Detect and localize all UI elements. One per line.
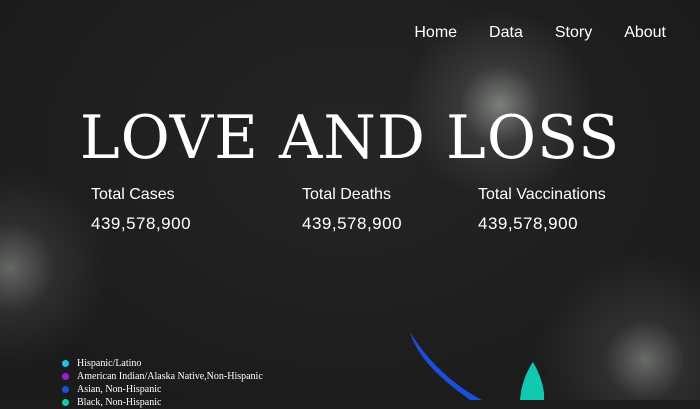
flower-visualization	[410, 332, 545, 400]
petal-blue[interactable]	[410, 332, 482, 400]
stat-value: 439,578,900	[91, 214, 192, 233]
legend: Hispanic/Latino American Indian/Alaska N…	[62, 357, 263, 409]
legend-dot-icon	[62, 373, 69, 380]
stat-label: Total Cases	[91, 186, 175, 203]
stat-total-deaths: Total Deaths 439,578,900	[302, 186, 402, 234]
stat-total-vaccinations: Total Vaccinations 439,578,900	[478, 186, 606, 234]
legend-label: American Indian/Alaska Native,Non-Hispan…	[77, 371, 263, 382]
legend-item[interactable]: Asian, Non-Hispanic	[62, 383, 263, 396]
legend-label: Asian, Non-Hispanic	[77, 384, 162, 395]
legend-item[interactable]: American Indian/Alaska Native,Non-Hispan…	[62, 370, 263, 383]
legend-label: Black, Non-Hispanic	[77, 397, 162, 408]
legend-label: Hispanic/Latino	[77, 358, 142, 369]
legend-dot-icon	[62, 360, 69, 367]
stat-label: Total Deaths	[302, 186, 391, 203]
legend-item[interactable]: Black, Non-Hispanic	[62, 396, 263, 409]
stat-total-cases: Total Cases 439,578,900	[91, 186, 191, 234]
nav-home-link[interactable]: Home	[414, 24, 457, 42]
stat-value: 439,578,900	[478, 214, 579, 233]
petal-teal[interactable]	[520, 362, 545, 400]
page-title: LOVE AND LOSS	[79, 103, 621, 173]
nav-data-link[interactable]: Data	[489, 24, 523, 42]
top-nav: Home Data Story About	[414, 24, 666, 42]
stat-value: 439,578,900	[302, 214, 403, 233]
legend-dot-icon	[62, 386, 69, 393]
nav-story-link[interactable]: Story	[555, 24, 592, 42]
nav-about-link[interactable]: About	[624, 24, 666, 42]
legend-item[interactable]: Hispanic/Latino	[62, 357, 263, 370]
legend-dot-icon	[62, 399, 69, 406]
stat-label: Total Vaccinations	[478, 186, 606, 203]
